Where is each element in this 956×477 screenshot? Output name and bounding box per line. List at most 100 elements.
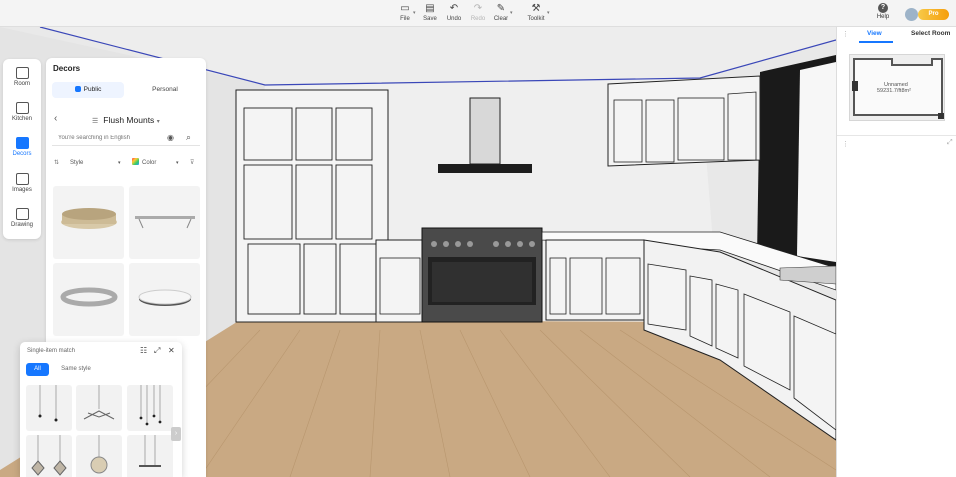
sidebar-item-kitchen[interactable]: Kitchen bbox=[3, 102, 41, 124]
tab-same-style[interactable]: Same style bbox=[55, 363, 97, 376]
camera-icon bbox=[15, 173, 29, 185]
save-icon: ▤ bbox=[425, 3, 435, 14]
sidebar-item-decors[interactable]: Decors bbox=[3, 137, 41, 159]
sidebar-item-room[interactable]: Room bbox=[3, 67, 41, 89]
camera-search-icon[interactable]: ◉ bbox=[167, 133, 174, 142]
expand-icon[interactable]: ⤢ bbox=[154, 346, 160, 356]
color-swatch-icon bbox=[132, 158, 139, 165]
style-filter-label: Style bbox=[70, 160, 84, 166]
help-icon: ? bbox=[878, 3, 888, 13]
tab-view-label: View bbox=[867, 30, 882, 37]
geometric-pendant-thumbnail bbox=[31, 435, 67, 476]
tab-personal-label: Personal bbox=[152, 86, 178, 93]
avatar[interactable] bbox=[905, 8, 918, 21]
flush-mount-thumbnail bbox=[60, 287, 118, 307]
tab-view[interactable]: View bbox=[867, 30, 882, 37]
pro-label: Pro bbox=[928, 11, 939, 17]
sidebar-item-label: Decors bbox=[12, 151, 32, 157]
back-arrow-icon[interactable]: ‹ bbox=[54, 113, 57, 124]
clear-label: Clear bbox=[493, 16, 509, 22]
toolkit-caret-icon[interactable]: ▾ bbox=[547, 10, 550, 16]
public-icon bbox=[74, 86, 81, 92]
sidebar-item-label: Images bbox=[12, 187, 32, 193]
pendant-cluster-thumbnail bbox=[139, 385, 162, 426]
drag-handle-icon[interactable]: ⋮ bbox=[842, 30, 849, 38]
toolkit-icon: ⚒ bbox=[531, 3, 541, 14]
sidebar-item-label: Drawing bbox=[10, 222, 33, 228]
match-item[interactable] bbox=[127, 385, 173, 431]
save-label: Save bbox=[423, 16, 437, 22]
sort-icon[interactable]: ⇅ bbox=[54, 157, 59, 170]
tab-select-room[interactable]: Select Room bbox=[911, 30, 950, 37]
room-area: 59231.7/ft8m² bbox=[877, 88, 911, 94]
product-card[interactable] bbox=[129, 186, 200, 259]
popup-title: Single-item match bbox=[27, 348, 76, 354]
file-label: File bbox=[400, 16, 410, 22]
match-item[interactable] bbox=[76, 385, 122, 431]
chevron-down-icon: ▾ bbox=[156, 119, 160, 125]
globe-pendant-thumbnail bbox=[90, 435, 108, 474]
filter-icon[interactable]: ⊽ bbox=[190, 157, 194, 170]
toolkit-button[interactable]: ⚒ Toolkit bbox=[523, 3, 549, 23]
drawing-icon bbox=[15, 208, 29, 220]
sidebar-item-drawing[interactable]: Drawing bbox=[3, 208, 41, 230]
panel-title: Decors bbox=[53, 64, 81, 73]
help-button[interactable]: ? Help bbox=[873, 3, 893, 22]
sidebar-item-label: Room bbox=[13, 81, 30, 87]
tab-select-room-label: Select Room bbox=[911, 30, 951, 37]
sidebar-item-label: Kitchen bbox=[11, 116, 32, 122]
flush-mount-thumbnail bbox=[61, 208, 117, 229]
clear-caret-icon[interactable]: ▾ bbox=[510, 10, 513, 16]
expand-icon[interactable]: ⤢ bbox=[947, 139, 953, 147]
color-filter[interactable]: Color ▾ bbox=[132, 157, 184, 170]
flush-mount-thumbnail bbox=[135, 216, 195, 229]
save-button[interactable]: ▤ Save bbox=[417, 3, 443, 23]
color-filter-label: Color bbox=[142, 160, 157, 166]
search-input[interactable] bbox=[52, 132, 162, 144]
style-filter[interactable]: Style ▾ bbox=[70, 157, 126, 170]
chandelier-thumbnail bbox=[83, 385, 115, 420]
tab-public-label: Public bbox=[83, 86, 102, 93]
undo-label: Undo bbox=[446, 16, 462, 22]
product-card[interactable] bbox=[53, 186, 124, 259]
room-icon bbox=[15, 67, 29, 79]
tab-public[interactable]: Public bbox=[52, 82, 124, 98]
match-item[interactable] bbox=[26, 385, 72, 431]
top-toolbar: ▭ File ▾ ▤ Save ↶ Undo ↷ Redo ✎ Clear ▾ … bbox=[0, 0, 956, 27]
match-item[interactable] bbox=[26, 435, 72, 477]
toolkit-label: Toolkit bbox=[527, 16, 545, 22]
drag-handle-icon[interactable]: ⋮ bbox=[842, 140, 849, 148]
tab-all-label: All bbox=[34, 366, 41, 372]
left-sidebar: Room Kitchen Decors Images Drawing bbox=[3, 59, 41, 239]
floor-plan-minimap[interactable]: Unnamed 59231.7/ft8m² bbox=[849, 54, 945, 121]
product-card[interactable] bbox=[53, 263, 124, 336]
pro-badge[interactable]: Pro bbox=[918, 9, 949, 20]
next-page-button[interactable]: › bbox=[171, 427, 181, 441]
single-item-match-popup: Single-item match ☷ ⤢ ✕ All Same style › bbox=[20, 342, 182, 477]
linear-pendant-thumbnail bbox=[139, 435, 161, 467]
undo-button[interactable]: ↶ Undo bbox=[441, 3, 467, 23]
divider bbox=[837, 135, 956, 136]
right-panel: ⋮ View Select Room Unnamed 59231.7/ft8m²… bbox=[836, 27, 956, 477]
product-card[interactable] bbox=[129, 263, 200, 336]
category-dropdown[interactable]: ☰ Flush Mounts ▾ bbox=[92, 115, 160, 125]
filter-settings-icon[interactable]: ☷ bbox=[140, 346, 147, 355]
pendant-thumbnail bbox=[38, 385, 58, 422]
tab-personal[interactable]: Personal bbox=[130, 82, 200, 98]
tab-all[interactable]: All bbox=[26, 363, 49, 376]
file-caret-icon[interactable]: ▾ bbox=[413, 10, 416, 16]
chevron-right-icon: › bbox=[174, 430, 178, 437]
decors-icon bbox=[15, 137, 29, 149]
filter-bar: ⇅ Style ▾ Color ▾ ⊽ bbox=[52, 157, 202, 171]
list-icon: ☰ bbox=[92, 118, 99, 125]
active-tab-indicator bbox=[859, 41, 893, 43]
match-item[interactable] bbox=[127, 435, 173, 477]
match-item[interactable] bbox=[76, 435, 122, 477]
help-label: Help bbox=[876, 14, 890, 20]
search-icon[interactable]: ⌕ bbox=[186, 132, 191, 143]
sidebar-item-images[interactable]: Images bbox=[3, 173, 41, 195]
undo-icon: ↶ bbox=[449, 3, 459, 14]
tab-same-style-label: Same style bbox=[61, 366, 91, 372]
category-label: Flush Mounts bbox=[103, 115, 155, 125]
close-icon[interactable]: ✕ bbox=[168, 346, 175, 355]
